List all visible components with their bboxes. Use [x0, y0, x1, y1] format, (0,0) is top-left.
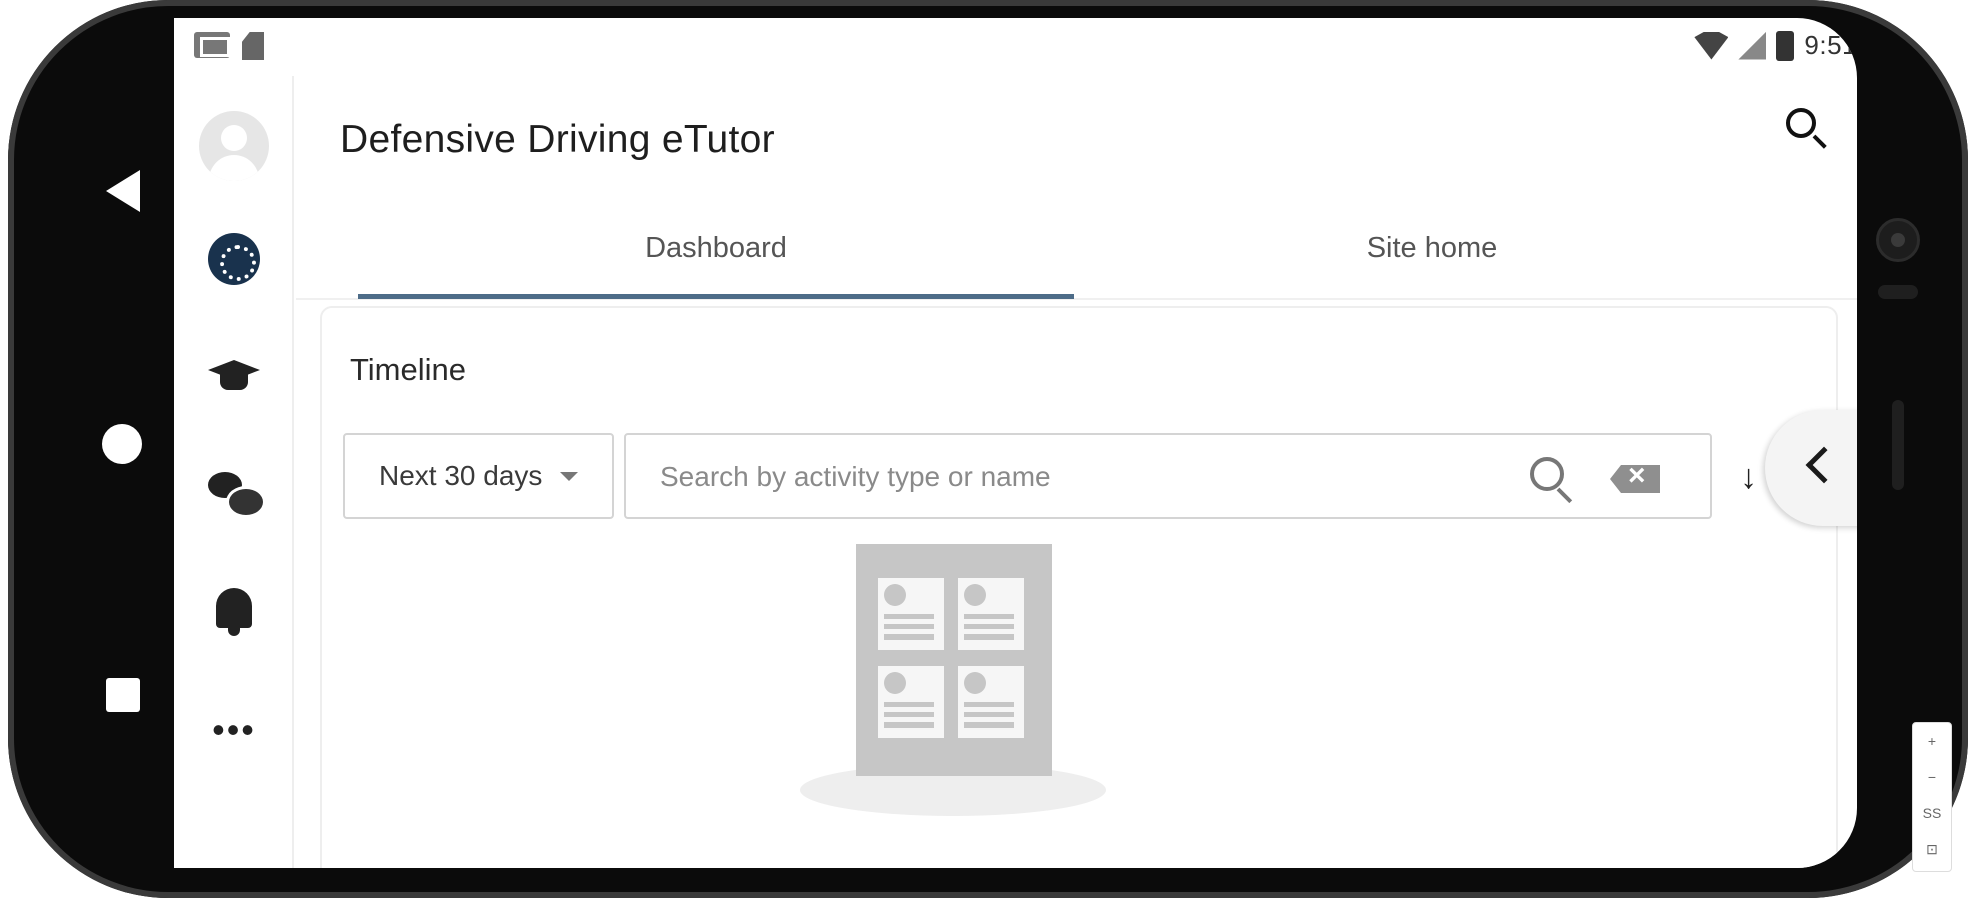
timeline-card: Timeline Next 30 days Search by activity…	[320, 306, 1838, 868]
clear-input-icon[interactable]	[1610, 465, 1660, 493]
front-camera	[1876, 218, 1920, 262]
sort-arrow-icon[interactable]: ↓	[1740, 458, 1757, 497]
proximity-sensor	[1878, 285, 1918, 299]
timeline-search-field[interactable]: Search by activity type or name	[624, 433, 1712, 519]
clock: 9:51	[1804, 30, 1857, 60]
filter-value: Next 30 days	[379, 460, 543, 491]
tab-dashboard[interactable]: Dashboard	[358, 196, 1074, 300]
cell-signal-icon	[1738, 31, 1767, 60]
status-bar: 9:51	[174, 18, 1857, 76]
bell-icon[interactable]	[212, 586, 256, 638]
search-icon[interactable]	[1528, 455, 1576, 504]
phone-frame: 9:51 ••• Defensive Driving eTutor Dashbo…	[8, 0, 1968, 898]
avatar[interactable]	[199, 111, 269, 181]
chevron-left-icon	[1805, 446, 1843, 484]
zoom-reset-button[interactable]: SS	[1913, 795, 1951, 831]
android-home-button[interactable]	[102, 424, 142, 464]
chevron-down-icon	[560, 471, 579, 481]
active-tab-indicator	[358, 294, 1074, 299]
rail-item-notifications[interactable]	[174, 572, 294, 652]
battery-icon	[1776, 30, 1795, 61]
chat-icon[interactable]	[208, 472, 266, 518]
tab-site-home[interactable]: Site home	[1074, 196, 1790, 300]
timeline-filter-dropdown[interactable]: Next 30 days	[343, 433, 614, 519]
rail-item-more[interactable]: •••	[174, 690, 294, 770]
side-rail: •••	[174, 76, 294, 868]
android-recents-button[interactable]	[106, 678, 140, 712]
earpiece-speaker	[1892, 400, 1904, 490]
graduation-cap-icon[interactable]	[208, 356, 260, 396]
zoom-fit-button[interactable]: ⊡	[1913, 831, 1951, 867]
device-screen: 9:51 ••• Defensive Driving eTutor Dashbo…	[174, 18, 1857, 868]
wifi-icon	[1694, 31, 1729, 60]
search-icon[interactable]	[1780, 102, 1836, 158]
empty-timeline-illustration	[800, 544, 1120, 824]
gmail-notification-icon	[194, 32, 230, 58]
page-title: Defensive Driving eTutor	[340, 118, 775, 161]
rail-item-courses[interactable]	[174, 336, 294, 416]
search-placeholder: Search by activity type or name	[660, 461, 1051, 492]
rail-item-messages[interactable]	[174, 454, 294, 534]
rail-item-profile[interactable]	[174, 106, 294, 186]
timeline-title: Timeline	[350, 352, 466, 387]
android-back-button[interactable]	[106, 170, 140, 212]
tab-bar: Dashboard Site home	[296, 196, 1857, 300]
sd-card-icon	[242, 32, 264, 60]
dashboard-icon[interactable]	[208, 233, 260, 285]
zoom-in-button[interactable]: +	[1913, 723, 1951, 759]
more-icon[interactable]: •••	[212, 712, 256, 748]
rail-item-dashboard[interactable]	[174, 219, 294, 299]
zoom-out-button[interactable]: −	[1913, 759, 1951, 795]
zoom-widget: + − SS ⊡	[1912, 722, 1952, 872]
